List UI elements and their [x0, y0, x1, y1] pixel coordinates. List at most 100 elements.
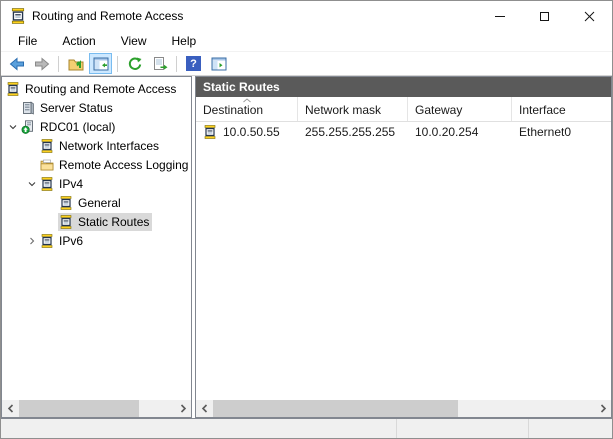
column-header-label: Destination [203, 103, 264, 117]
scroll-left-icon[interactable] [2, 400, 19, 417]
tree-item-routing-and-remote-access[interactable]: Routing and Remote Access [2, 79, 191, 98]
export-list-button[interactable] [148, 53, 171, 74]
scrollbar-thumb[interactable] [19, 400, 139, 417]
help-button[interactable]: ? [182, 53, 205, 74]
column-header-destination[interactable]: Destination [196, 97, 298, 121]
refresh-icon [128, 57, 141, 70]
network-mask-value: 255.255.255.255 [305, 124, 396, 139]
menu-view[interactable]: View [113, 32, 155, 50]
column-header-label: Interface [519, 103, 566, 117]
forward-button[interactable] [30, 53, 53, 74]
local-server-icon [21, 119, 36, 134]
toolbar-separator [58, 55, 59, 72]
status-segment [1, 419, 396, 438]
chevron-expanded-icon[interactable] [6, 122, 20, 132]
maximize-icon [540, 11, 549, 21]
action-pane-icon [211, 57, 226, 70]
tree-item-label: IPv4 [59, 176, 84, 191]
folder-icon [40, 158, 55, 172]
tree-item-label: Remote Access Logging [59, 157, 189, 172]
static-route-row[interactable]: 10.0.50.55 255.255.255.255 10.0.20.254 E… [196, 122, 611, 141]
menu-bar: File Action View Help [1, 31, 612, 52]
up-folder-icon [68, 59, 83, 70]
menu-action[interactable]: Action [54, 32, 103, 50]
scroll-right-icon[interactable] [174, 400, 191, 417]
tree-pane-horizontal-scrollbar[interactable] [2, 400, 191, 417]
rras-router-icon [6, 81, 21, 96]
back-button[interactable] [5, 53, 28, 74]
rras-router-icon [59, 214, 74, 229]
minimize-icon [494, 15, 505, 17]
show-hide-console-tree-button[interactable] [89, 53, 112, 74]
toolbar: ? [1, 52, 612, 76]
tree-item-server-status[interactable]: Server Status [2, 98, 191, 117]
show-hide-action-pane-button[interactable] [207, 53, 230, 74]
tree-item-label: Network Interfaces [59, 138, 160, 153]
refresh-button[interactable] [123, 53, 146, 74]
results-pane: Static Routes Destination Network mask G… [195, 76, 612, 418]
column-header-label: Gateway [415, 103, 463, 117]
cell-gateway: 10.0.20.254 [408, 125, 512, 139]
tree-item-label: General [78, 195, 121, 210]
forward-arrow-icon [34, 56, 49, 71]
rras-router-icon [59, 195, 74, 210]
menu-help[interactable]: Help [164, 32, 205, 50]
scrollbar-thumb[interactable] [213, 400, 458, 417]
column-header-interface[interactable]: Interface [512, 97, 611, 121]
results-empty-area [196, 141, 611, 400]
tree-item-remote-access-logging[interactable]: Remote Access Logging [2, 155, 191, 174]
tree-item-label: Routing and Remote Access [25, 81, 177, 96]
interface-value: Ethernet0 [519, 124, 572, 139]
window-title: Routing and Remote Access [32, 9, 184, 23]
close-button[interactable] [567, 1, 612, 31]
export-list-icon [153, 56, 167, 70]
tree-item-label: RDC01 (local) [40, 119, 116, 134]
results-pane-horizontal-scrollbar[interactable] [196, 400, 611, 417]
toolbar-separator [176, 55, 177, 72]
tree-item-ipv6[interactable]: IPv6 [2, 231, 191, 250]
tree-item-rdc01-local[interactable]: RDC01 (local) [2, 117, 191, 136]
scrollbar-track[interactable] [213, 400, 594, 417]
scroll-left-icon[interactable] [196, 400, 213, 417]
help-icon: ? [186, 56, 201, 71]
tree-item-label: Static Routes [78, 214, 150, 229]
menu-file[interactable]: File [10, 32, 45, 50]
rras-router-icon [203, 124, 218, 139]
title-bar[interactable]: Routing and Remote Access [1, 1, 612, 31]
selected-tree-item-highlight: Static Routes [58, 212, 153, 231]
cell-interface: Ethernet0 [512, 125, 611, 139]
tree-item-network-interfaces[interactable]: Network Interfaces [2, 136, 191, 155]
status-segment [529, 419, 612, 438]
console-tree: Routing and Remote Access Server Status … [2, 77, 191, 400]
chevron-collapsed-icon[interactable] [25, 236, 39, 246]
scroll-right-icon[interactable] [594, 400, 611, 417]
status-bar [1, 418, 612, 438]
status-segment [397, 419, 528, 438]
cell-destination: 10.0.50.55 [196, 125, 298, 139]
up-one-level-button[interactable] [64, 53, 87, 74]
maximize-button[interactable] [522, 1, 567, 31]
results-pane-title: Static Routes [203, 80, 280, 94]
server-stack-icon [21, 100, 36, 115]
minimize-button[interactable] [477, 1, 522, 31]
tree-item-ipv4[interactable]: IPv4 [2, 174, 191, 193]
scrollbar-track[interactable] [19, 400, 174, 417]
results-pane-header: Static Routes [196, 77, 611, 97]
column-header-network-mask[interactable]: Network mask [298, 97, 408, 121]
toolbar-separator [117, 55, 118, 72]
back-arrow-icon [9, 56, 24, 71]
gateway-value: 10.0.20.254 [415, 124, 479, 139]
console-tree-pane: Routing and Remote Access Server Status … [1, 76, 192, 418]
close-icon [584, 11, 595, 21]
cell-network-mask: 255.255.255.255 [298, 125, 408, 139]
column-header-gateway[interactable]: Gateway [408, 97, 512, 121]
destination-value: 10.0.50.55 [223, 124, 280, 139]
tree-item-static-routes[interactable]: Static Routes [2, 212, 191, 231]
content-area: Routing and Remote Access Server Status … [1, 76, 612, 418]
tree-item-general[interactable]: General [2, 193, 191, 212]
chevron-expanded-icon[interactable] [25, 179, 39, 189]
console-tree-icon [93, 57, 108, 70]
rras-router-icon [40, 233, 55, 248]
rras-router-icon [40, 138, 55, 153]
tree-item-label: IPv6 [59, 233, 84, 248]
